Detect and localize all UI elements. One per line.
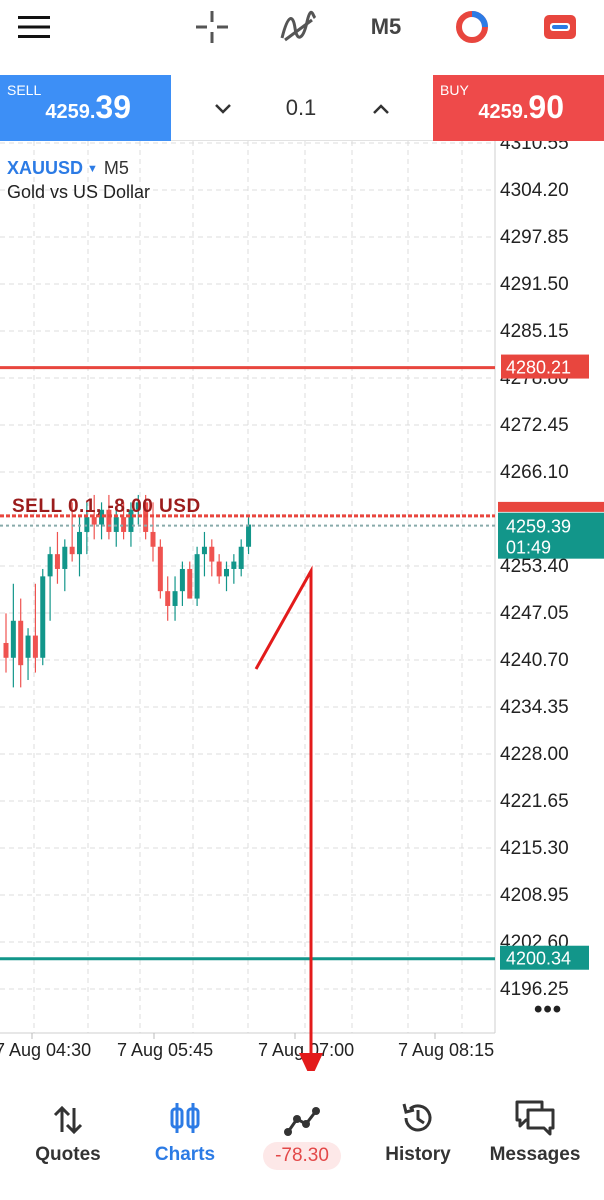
nav-label: Charts (154, 1144, 216, 1165)
y-tick-label: 4221.65 (500, 791, 569, 812)
menu-icon[interactable] (14, 6, 54, 48)
y-tick-label: 4215.30 (500, 838, 569, 859)
bottom-navigation: Quotes Charts -78.30 History Messages (0, 1086, 604, 1200)
candle-body (165, 591, 171, 606)
candle-body (238, 546, 244, 569)
history-icon (358, 1086, 478, 1136)
buy-label: BUY (440, 82, 469, 98)
lot-increase-button[interactable] (361, 89, 401, 129)
chevron-up-icon (373, 104, 389, 114)
y-tick-label: 4208.95 (500, 885, 569, 906)
y-tick-label: 4228.00 (500, 744, 569, 765)
y-tick-label: 4272.45 (500, 415, 569, 436)
candle-body (246, 524, 252, 547)
sell-button[interactable]: SELL 4259.39 (0, 75, 171, 141)
symbol-dropdown-icon[interactable]: ▼ (87, 163, 98, 175)
candle-body (179, 568, 185, 592)
x-tick-label: 7 Aug 04:30 (0, 1040, 91, 1060)
messages-icon (475, 1086, 595, 1136)
bid-price-label: 4259.39 (506, 517, 571, 537)
more-options-icon[interactable]: ••• (534, 996, 562, 1024)
sell-price: 4259.39 (45, 89, 131, 125)
y-tick-label: 4297.85 (500, 227, 569, 248)
x-tick-label: 7 Aug 08:15 (398, 1040, 494, 1060)
candle-body (194, 554, 200, 599)
chevron-down-icon (215, 104, 231, 114)
candle-body (172, 591, 178, 606)
candle-body (113, 517, 119, 532)
candle-body (10, 620, 16, 658)
candle-body (157, 546, 163, 592)
timeframe-button[interactable]: M5 (364, 6, 408, 48)
candle-body (47, 554, 53, 577)
y-tick-label: 4234.35 (500, 697, 569, 718)
stop-loss-price-label: 4280.21 (506, 358, 571, 378)
candle-body (40, 576, 46, 658)
lot-size-value[interactable]: 0.1 (261, 95, 341, 121)
x-tick-label: 7 Aug 05:45 (117, 1040, 213, 1060)
nav-history[interactable]: History (358, 1086, 478, 1186)
trade-bar: SELL 4259.39 0.1 BUY 4259.90 (0, 75, 604, 141)
drawn-trend-line (254, 565, 313, 1061)
y-tick-label: 4240.70 (500, 650, 569, 671)
candle-body (54, 554, 60, 569)
buy-button[interactable]: BUY 4259.90 (433, 75, 604, 141)
symbol-info[interactable]: XAUUSD ▼ M5 Gold vs US Dollar (7, 158, 150, 203)
lot-decrease-button[interactable] (203, 89, 243, 129)
sell-label: SELL (7, 82, 42, 98)
candle-body (121, 517, 127, 532)
indicators-icon[interactable] (276, 6, 320, 48)
order-label[interactable]: SELL 0.1, -8.00 USD (12, 496, 201, 517)
lot-size-control: 0.1 (171, 75, 433, 141)
candle-body (69, 546, 75, 555)
nav-label: Quotes (35, 1144, 101, 1165)
candle-body (32, 635, 38, 658)
candle-body (201, 546, 207, 555)
nav-quotes[interactable]: Quotes (8, 1086, 128, 1186)
candle-body (91, 517, 97, 525)
nav-charts[interactable]: Charts (125, 1086, 245, 1186)
y-tick-label: 4285.15 (500, 321, 569, 342)
crosshair-icon[interactable] (191, 6, 233, 48)
candle-body (3, 642, 9, 658)
candle-body (84, 517, 90, 532)
candle-body (18, 620, 24, 666)
candle-body (209, 546, 215, 562)
chart-type-icon[interactable] (452, 6, 492, 48)
ask-price-tag (498, 501, 604, 512)
trade-icon (242, 1086, 362, 1136)
y-tick-label: 4304.20 (500, 180, 569, 201)
arrow-down-icon (299, 1053, 323, 1071)
y-tick-label: 4247.05 (500, 603, 569, 624)
one-click-trading-icon[interactable] (540, 6, 580, 48)
candle-body (187, 568, 193, 599)
candle-body (216, 561, 222, 577)
symbol-name[interactable]: XAUUSD (7, 158, 83, 179)
top-toolbar: M5 (0, 0, 604, 54)
nav-trade[interactable]: -78.30 (242, 1086, 362, 1186)
profit-loss-badge: -78.30 (263, 1142, 341, 1170)
symbol-description: Gold vs US Dollar (7, 182, 151, 202)
quotes-arrows-icon (8, 1086, 128, 1136)
price-chart[interactable]: 4310.554304.204297.854291.504285.154278.… (0, 141, 604, 1071)
nav-label: History (385, 1144, 451, 1165)
take-profit-price-label: 4200.34 (506, 949, 571, 969)
bar-countdown-label: 01:49 (506, 538, 551, 558)
nav-messages[interactable]: Messages (475, 1086, 595, 1186)
y-tick-label: 4266.10 (500, 462, 569, 483)
symbol-timeframe: M5 (103, 158, 129, 178)
y-tick-label: 4310.55 (500, 141, 569, 154)
y-tick-label: 4291.50 (500, 274, 569, 295)
candle-body (62, 546, 68, 569)
candle-body (77, 531, 82, 555)
nav-label: Messages (489, 1144, 581, 1165)
candle-body (25, 635, 31, 658)
candle-body (224, 568, 229, 577)
candle-body (231, 561, 237, 569)
buy-price: 4259.90 (478, 89, 564, 125)
chart-canvas[interactable]: 4310.554304.204297.854291.504285.154278.… (0, 141, 604, 1071)
candle-body (150, 531, 156, 547)
charts-candles-icon (125, 1086, 245, 1136)
y-tick-label: 4253.40 (500, 556, 569, 577)
